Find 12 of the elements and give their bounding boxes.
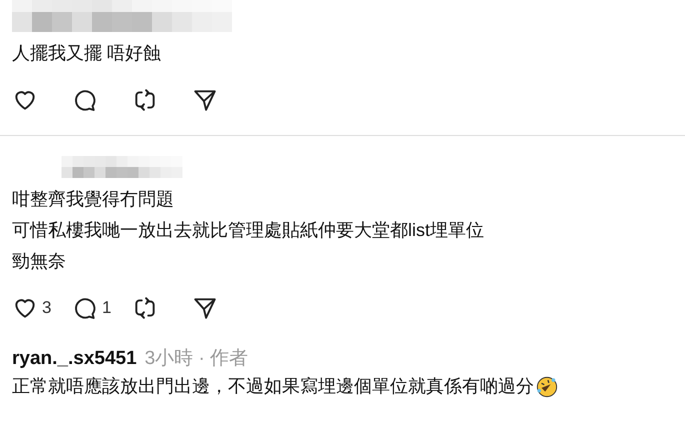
post-meta: 3小時 · 作者: [144, 347, 248, 371]
comment-text: 咁整齊我覺得冇問題: [12, 188, 174, 211]
speech-bubble-icon[interactable]: [72, 87, 98, 113]
speech-bubble-icon[interactable]: [72, 295, 98, 321]
like-count: 3: [42, 298, 52, 318]
username[interactable]: ryan._.sx5451: [12, 348, 137, 370]
comment-text: 正常就唔應該放出門出邊，不過如果寫埋邊個單位就真係有啲過分: [12, 375, 534, 398]
laughing-emoji-icon: [536, 376, 558, 398]
reply-count: 1: [102, 298, 112, 318]
comment-text: 可惜私樓我哋一放出去就比管理處貼紙仲要大堂都list埋單位: [12, 219, 484, 242]
comment-text: 勁無奈: [12, 250, 66, 273]
comment-text: 人擺我又擺 唔好蝕: [12, 42, 162, 65]
